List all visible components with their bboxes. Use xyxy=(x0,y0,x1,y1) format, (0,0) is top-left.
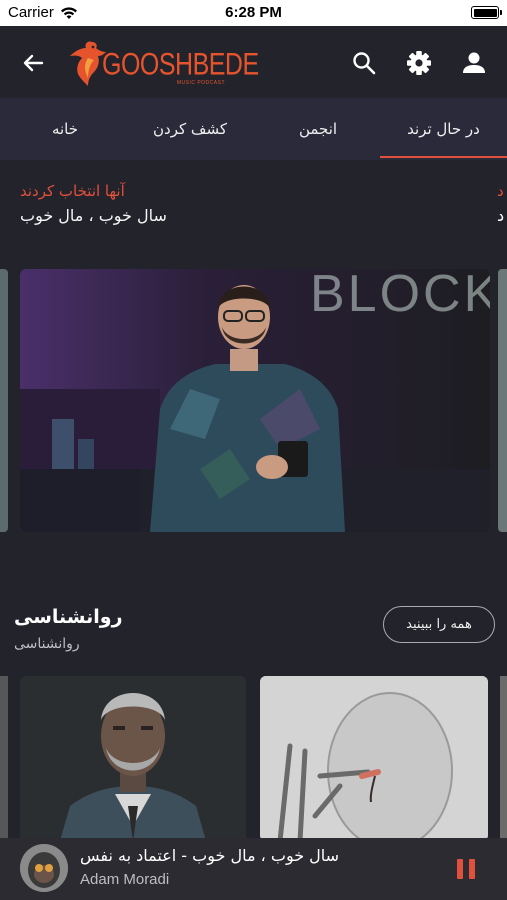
carousel-prev-peek[interactable] xyxy=(0,269,8,532)
hero-photo: BLOCK xyxy=(20,269,490,532)
arrow-left-icon[interactable] xyxy=(18,48,48,78)
clock: 6:28 PM xyxy=(225,4,282,21)
tab-label: کشف کردن xyxy=(153,120,227,138)
next-subtitle: د xyxy=(497,206,505,225)
tab-community[interactable]: انجمن xyxy=(270,98,366,160)
track-artist: Adam Moradi xyxy=(80,871,170,888)
mini-player[interactable]: سال خوب ، مال خوب - اعتماد به نفس Adam M… xyxy=(0,838,507,900)
logo-tagline: MUSIC PODCAST xyxy=(176,80,225,86)
card-cover-image xyxy=(20,676,246,841)
svg-text:BLOCK: BLOCK xyxy=(310,269,490,323)
carousel-next-peek[interactable] xyxy=(498,269,507,532)
card-next-peek[interactable] xyxy=(500,676,507,841)
user-icon[interactable] xyxy=(459,48,489,78)
logo-wordmark: GOOSHBEDE xyxy=(102,47,259,82)
tab-trending[interactable]: در حال ترند xyxy=(380,98,507,160)
gear-icon[interactable] xyxy=(404,48,434,78)
track-title: سال خوب ، مال خوب - اعتماد به نفس xyxy=(80,846,340,865)
featured-title: آنها انتخاب کردند xyxy=(20,182,125,200)
tab-bar: در حال ترند انجمن کشف کردن خانه xyxy=(0,98,507,160)
podcast-card[interactable] xyxy=(20,676,246,841)
status-bar: Carrier 6:28 PM xyxy=(0,0,507,26)
tab-label: در حال ترند xyxy=(407,120,480,138)
tab-discover[interactable]: کشف کردن xyxy=(130,98,250,160)
next-title: د xyxy=(497,182,504,200)
section-title: روانشناسی xyxy=(14,606,123,628)
featured-hero-image[interactable]: BLOCK xyxy=(20,269,490,532)
pause-icon[interactable] xyxy=(453,856,479,882)
search-icon[interactable] xyxy=(349,48,379,78)
tab-label: خانه xyxy=(51,120,79,138)
battery-icon xyxy=(471,6,502,19)
app-header: GOOSHBEDE MUSIC PODCAST xyxy=(0,26,507,98)
featured-caption: آنها انتخاب کردند سال خوب ، مال خوب xyxy=(20,182,180,225)
tab-home[interactable]: خانه xyxy=(20,98,110,160)
card-prev-peek[interactable] xyxy=(0,676,8,841)
track-artwork xyxy=(20,844,68,892)
see-all-button[interactable]: همه را ببینید xyxy=(383,606,495,643)
card-cover-image xyxy=(260,676,488,841)
tab-label: انجمن xyxy=(298,120,338,138)
app-logo: GOOSHBEDE MUSIC PODCAST xyxy=(66,38,259,88)
featured-subtitle: سال خوب ، مال خوب xyxy=(20,206,167,225)
podcast-card[interactable] xyxy=(260,676,488,841)
next-caption-peek: د د xyxy=(497,182,507,225)
section-subtitle: روانشناسی xyxy=(14,636,80,652)
